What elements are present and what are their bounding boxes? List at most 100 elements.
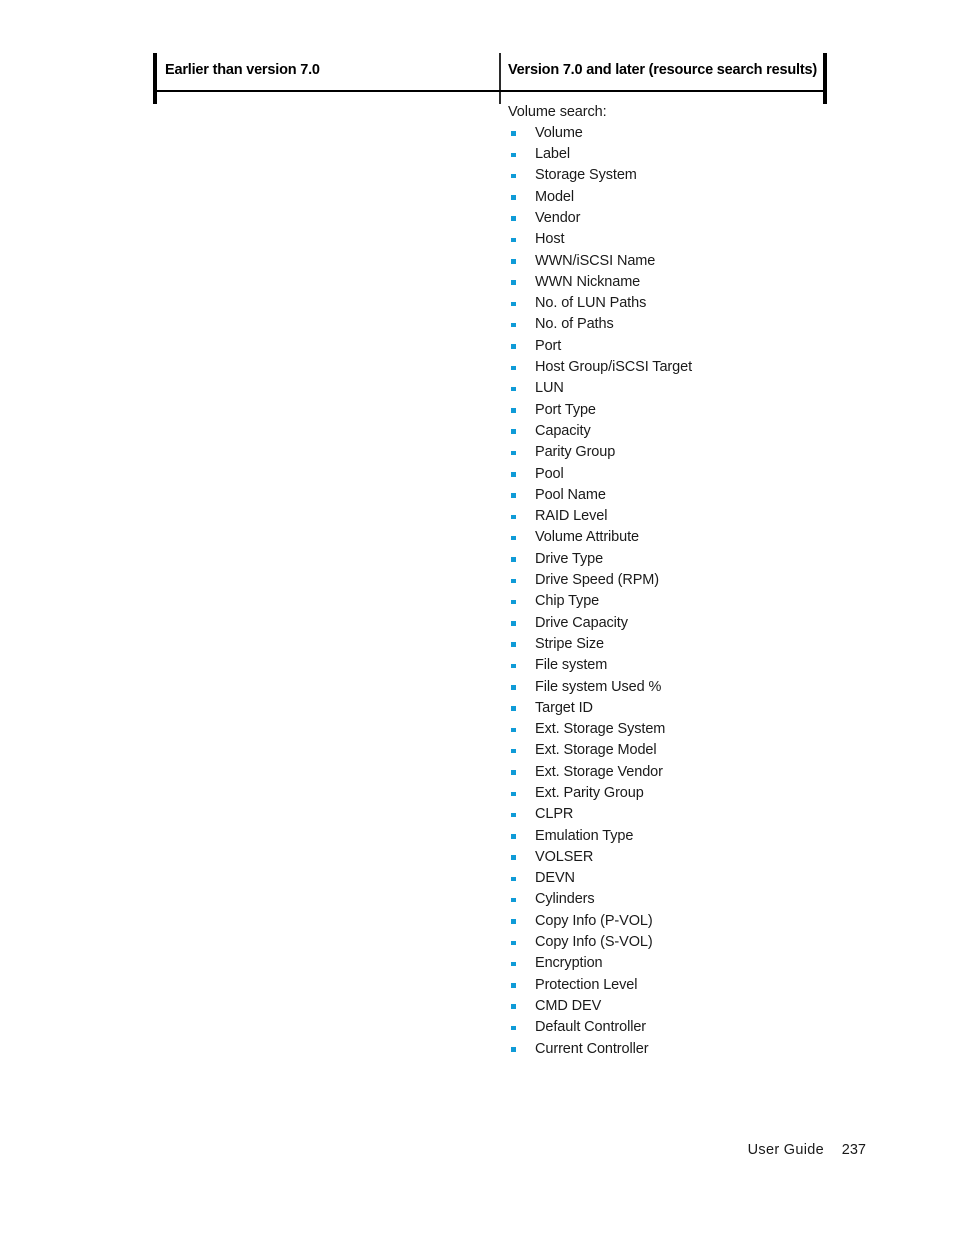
list-item-label: Ext. Storage System bbox=[535, 721, 666, 738]
list-item: Ext. Storage Model bbox=[508, 740, 813, 761]
list-item: LUN bbox=[508, 378, 813, 399]
bullet-icon bbox=[511, 897, 516, 903]
list-item: Host Group/iSCSI Target bbox=[508, 357, 813, 378]
list-item-label: File system bbox=[535, 657, 608, 674]
bullet-icon bbox=[511, 770, 516, 775]
bullet-icon bbox=[511, 812, 516, 818]
bullet-icon bbox=[511, 344, 516, 349]
bullet-icon bbox=[511, 237, 516, 243]
list-item-label: Copy Info (P-VOL) bbox=[535, 912, 653, 929]
column-header-version-7-and-later: Version 7.0 and later (resource search r… bbox=[508, 62, 817, 78]
list-item-label: Protection Level bbox=[535, 976, 638, 993]
list-item-label: CLPR bbox=[535, 806, 574, 823]
list-item: Chip Type bbox=[508, 591, 813, 612]
bullet-icon bbox=[511, 280, 516, 285]
bullet-icon bbox=[511, 642, 516, 647]
comparison-table: Earlier than version 7.0 Version 7.0 and… bbox=[153, 53, 827, 1057]
list-item: Port Type bbox=[508, 400, 813, 421]
list-item-label: Model bbox=[535, 188, 574, 205]
list-item-label: Label bbox=[535, 146, 570, 163]
list-item: Volume bbox=[508, 123, 813, 144]
list-item-label: Ext. Storage Vendor bbox=[535, 763, 663, 780]
bullet-icon bbox=[511, 493, 516, 498]
list-item: Model bbox=[508, 187, 813, 208]
list-item: Label bbox=[508, 144, 813, 165]
list-item-label: Drive Type bbox=[535, 550, 604, 567]
page-footer: User Guide 237 bbox=[0, 1142, 954, 1166]
bullet-icon bbox=[511, 748, 516, 754]
list-item: Cylinders bbox=[508, 889, 813, 910]
list-item-label: Port Type bbox=[535, 401, 596, 418]
list-item-label: Ext. Storage Model bbox=[535, 742, 657, 759]
list-item: Target ID bbox=[508, 698, 813, 719]
list-item-label: Pool Name bbox=[535, 486, 606, 503]
bullet-icon bbox=[511, 301, 516, 307]
bullet-icon bbox=[511, 429, 516, 434]
list-item: Drive Type bbox=[508, 549, 813, 570]
bullet-icon bbox=[511, 663, 516, 669]
list-item-label: WWN/iSCSI Name bbox=[535, 252, 656, 269]
list-item-label: Ext. Parity Group bbox=[535, 785, 644, 801]
document-page: Earlier than version 7.0 Version 7.0 and… bbox=[0, 0, 954, 1235]
list-item-label: Vendor bbox=[535, 209, 581, 226]
bullet-icon bbox=[511, 152, 516, 158]
list-item: Storage System bbox=[508, 165, 813, 186]
list-item: WWN/iSCSI Name bbox=[508, 251, 813, 272]
list-item-label: Parity Group bbox=[535, 444, 616, 461]
list-item-label: Host Group/iSCSI Target bbox=[535, 359, 693, 376]
footer-page-number: 237 bbox=[841, 1142, 866, 1158]
list-item: Stripe Size bbox=[508, 634, 813, 655]
bullet-icon bbox=[511, 919, 516, 924]
footer-document-title: User Guide bbox=[747, 1142, 824, 1158]
list-item: File system Used % bbox=[508, 677, 813, 698]
list-item-label: Cylinders bbox=[535, 891, 595, 908]
list-item: Drive Speed (RPM) bbox=[508, 570, 813, 591]
list-item: No. of Paths bbox=[508, 314, 813, 335]
bullet-icon bbox=[511, 855, 516, 860]
list-item: Host bbox=[508, 229, 813, 250]
bullet-icon bbox=[511, 450, 516, 456]
list-item-label: No. of Paths bbox=[535, 316, 614, 333]
list-item-label: Port bbox=[535, 337, 562, 354]
bullet-icon bbox=[511, 685, 516, 690]
list-item-label: Host bbox=[535, 231, 565, 248]
bullet-icon bbox=[511, 876, 516, 882]
list-item: Parity Group bbox=[508, 442, 813, 463]
list-item-label: Drive Speed (RPM) bbox=[535, 572, 659, 589]
bullet-icon bbox=[511, 365, 516, 371]
list-item: Copy Info (P-VOL) bbox=[508, 911, 813, 932]
list-item-label: Copy Info (S-VOL) bbox=[535, 934, 653, 951]
table-header-row: Earlier than version 7.0 Version 7.0 and… bbox=[153, 53, 827, 90]
list-item-label: VOLSER bbox=[535, 848, 594, 865]
list-item: Protection Level bbox=[508, 975, 813, 996]
list-item-label: File system Used % bbox=[535, 678, 662, 695]
bullet-icon bbox=[511, 599, 516, 605]
bullet-icon bbox=[511, 195, 516, 200]
list-item-label: RAID Level bbox=[535, 508, 608, 525]
list-item-label: No. of LUN Paths bbox=[535, 295, 647, 312]
list-item: Encryption bbox=[508, 953, 813, 974]
bullet-icon bbox=[511, 131, 516, 136]
bullet-icon bbox=[511, 173, 516, 179]
bullet-icon bbox=[511, 621, 516, 626]
bullet-icon bbox=[511, 940, 516, 946]
bullet-icon bbox=[511, 216, 516, 221]
list-item: No. of LUN Paths bbox=[508, 293, 813, 314]
list-item-label: Volume Attribute bbox=[535, 529, 639, 546]
bullet-icon bbox=[511, 983, 516, 988]
bullet-icon bbox=[511, 578, 516, 584]
list-item: Volume Attribute bbox=[508, 527, 813, 548]
table-header-divider bbox=[153, 90, 827, 92]
list-item: Drive Capacity bbox=[508, 613, 813, 634]
list-item-label: LUN bbox=[535, 380, 564, 397]
list-item: RAID Level bbox=[508, 506, 813, 527]
list-item: Port bbox=[508, 336, 813, 357]
list-item-label: Stripe Size bbox=[535, 635, 605, 652]
list-item-label: Emulation Type bbox=[535, 827, 634, 844]
list-item: Ext. Parity Group bbox=[508, 783, 813, 804]
list-item-label: Pool bbox=[535, 465, 564, 482]
list-item-label: Default Controller bbox=[535, 1019, 647, 1036]
list-item: Default Controller bbox=[508, 1017, 813, 1038]
bullet-icon bbox=[511, 706, 516, 711]
bullet-icon bbox=[511, 1004, 516, 1009]
